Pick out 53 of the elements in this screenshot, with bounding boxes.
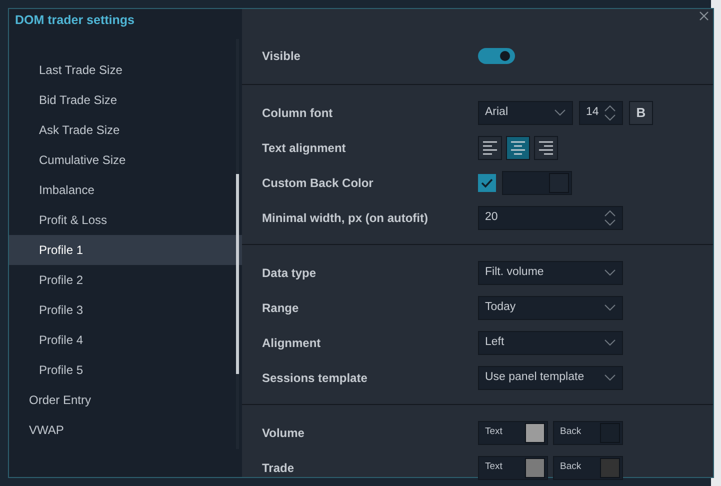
sidebar-item[interactable]: Imbalance (9, 175, 242, 205)
sidebar-item[interactable]: Profile 4 (9, 325, 242, 355)
setting-label: Minimal width, px (on autofit) (261, 210, 429, 226)
setting-label: Range (261, 300, 300, 316)
align-right-icon[interactable] (534, 136, 558, 160)
sidebar-item[interactable]: Cumulative Size (9, 145, 242, 175)
bold-button[interactable]: B (629, 100, 653, 124)
size-spinner[interactable]: 14 (579, 100, 623, 124)
color-picker[interactable]: Text (478, 420, 548, 444)
color-picker[interactable]: Back (553, 456, 623, 480)
spinner-arrows-icon[interactable] (604, 104, 616, 122)
scrollbar-thumb[interactable] (236, 174, 239, 374)
dialog-title: DOM trader settings (14, 12, 136, 29)
setting-label: Column font (261, 104, 334, 122)
chevron-down-icon (604, 338, 616, 346)
sidebar-item[interactable]: Last Trade Size (9, 55, 242, 85)
sidebar-item[interactable]: Profile 2 (9, 265, 242, 295)
sidebar-item[interactable]: Order Entry (9, 385, 242, 415)
sidebar-item[interactable]: Profile 5 (9, 355, 242, 385)
dropdown[interactable]: Filt. volume (478, 260, 623, 284)
setting-label: Custom Back Color (261, 174, 374, 192)
sidebar-item[interactable]: VWAP (9, 415, 242, 445)
dropdown[interactable]: Use panel template (478, 366, 623, 390)
checkbox[interactable] (478, 174, 496, 192)
close-icon[interactable] (699, 11, 709, 21)
setting-label: Sessions template (261, 370, 368, 386)
dropdown[interactable]: Today (478, 296, 623, 320)
sidebar-item[interactable]: Profile 3 (9, 295, 242, 325)
align-center-icon[interactable] (506, 136, 530, 160)
spinner-arrows-icon[interactable] (604, 208, 616, 226)
setting-label: Visible (261, 48, 302, 64)
number-field[interactable]: 20 (478, 206, 623, 230)
chevron-down-icon (604, 268, 616, 276)
sidebar-item[interactable]: Profit & Loss (9, 205, 242, 235)
align-left-icon[interactable] (478, 136, 502, 160)
setting-label: Text alignment (261, 140, 347, 156)
dropdown[interactable]: Left (478, 330, 623, 354)
chevron-down-icon (604, 374, 616, 382)
sidebar-item[interactable]: Profile 1 (9, 235, 242, 265)
sidebar-item[interactable]: Ask Trade Size (9, 115, 242, 145)
sidebar-item[interactable]: Bid Trade Size (9, 85, 242, 115)
check-icon (481, 178, 493, 188)
toggle-switch[interactable] (478, 48, 515, 64)
color-picker[interactable]: Text (478, 456, 548, 480)
setting-label: Alignment (261, 334, 322, 352)
chevron-down-icon (604, 304, 616, 312)
setting-label: Volume (261, 424, 306, 442)
color-picker[interactable] (502, 170, 572, 194)
color-picker[interactable]: Back (553, 420, 623, 444)
font-select[interactable]: Arial (478, 100, 573, 124)
chevron-down-icon (554, 108, 566, 116)
setting-label: Data type (261, 264, 318, 282)
setting-label: Trade (261, 460, 296, 476)
